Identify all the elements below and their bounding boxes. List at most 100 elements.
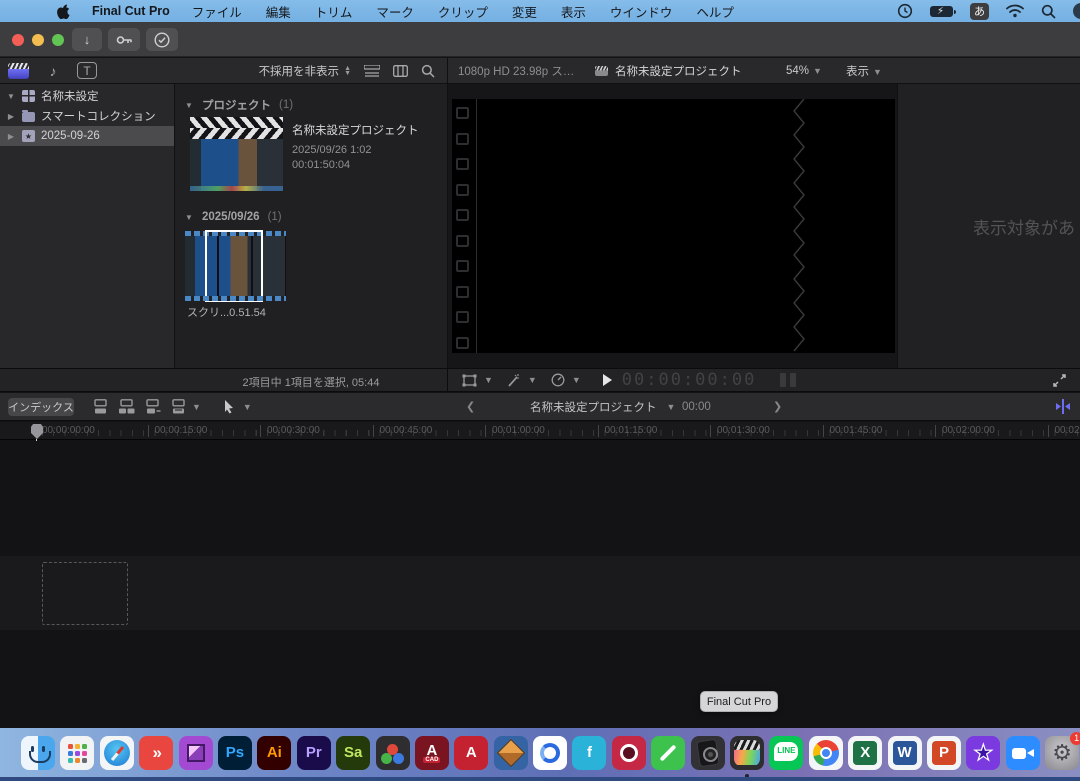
input-source-badge[interactable]: あ xyxy=(970,3,989,20)
autocad-dock-icon[interactable]: ACAD xyxy=(415,736,449,770)
viewer-frame[interactable] xyxy=(452,99,895,353)
menu-item[interactable]: ヘルプ xyxy=(696,2,734,21)
menu-item[interactable]: 変更 xyxy=(512,2,537,21)
audio-meters[interactable] xyxy=(780,373,796,387)
menu-item[interactable]: 編集 xyxy=(266,2,291,21)
battery-charging-icon[interactable]: ⚡ xyxy=(930,6,953,17)
event-section-header[interactable]: ▼ 2025/09/26 (1) xyxy=(184,211,282,223)
next-project-chevron[interactable]: ❯ xyxy=(773,400,782,413)
format-info-label[interactable]: 1080p HD 23.98p ス… xyxy=(458,63,574,79)
timeline-ruler[interactable]: 00:00:00:0000:00:15:0000:00:30:0000:00:4… xyxy=(0,422,1080,440)
menu-item[interactable]: 表示 xyxy=(561,2,586,21)
search-icon[interactable] xyxy=(1041,4,1056,19)
overwrite-edit-icon[interactable] xyxy=(170,399,187,414)
import-media-button[interactable]: ↓ xyxy=(72,28,102,51)
primary-storyline-lane[interactable] xyxy=(0,556,1080,630)
sidebar-item-2025-09-26[interactable]: ▶★2025-09-26 xyxy=(0,126,174,146)
illustrator-dock-icon[interactable]: Ai xyxy=(257,736,291,770)
word-dock-icon[interactable]: W xyxy=(888,736,922,770)
menu-item[interactable]: ファイル xyxy=(192,2,242,21)
safari-dock-icon[interactable] xyxy=(100,736,134,770)
disclosure-triangle-icon[interactable]: ▼ xyxy=(6,92,16,101)
apple-menu-icon[interactable] xyxy=(57,4,70,19)
system-settings-dock-icon[interactable]: ⚙1 xyxy=(1045,736,1079,770)
powerpoint-dock-icon[interactable]: P xyxy=(927,736,961,770)
blue-swirl-app-dock-icon[interactable] xyxy=(533,736,567,770)
retime-menu[interactable]: ▼ xyxy=(551,373,581,387)
menu-item[interactable]: クリップ xyxy=(438,2,488,21)
libraries-tab-icon[interactable] xyxy=(8,63,29,79)
zoom-video-dock-icon[interactable] xyxy=(1006,736,1040,770)
clip-filmstrip-thumbnail[interactable] xyxy=(185,231,286,301)
projects-section-header[interactable]: ▼ プロジェクト (1) xyxy=(184,97,293,113)
filter-dropdown[interactable]: 不採用を非表示 ▲▼ xyxy=(259,63,351,79)
photos-audio-tab-icon[interactable]: ♪ xyxy=(43,62,63,79)
dock: » PsAiPrSa ACADAf LINE XWP★ ⚙1 xyxy=(0,728,1080,777)
photoshop-dock-icon[interactable]: Ps xyxy=(218,736,252,770)
purple-star-app-dock-icon[interactable]: ★ xyxy=(966,736,1000,770)
clip-name-label[interactable]: スクリ...0.51.54 xyxy=(187,304,266,320)
transform-crop-menu[interactable]: ▼ xyxy=(462,374,493,387)
clip-selection-range[interactable] xyxy=(205,230,263,302)
insert-edit-icon[interactable] xyxy=(118,399,135,414)
background-tasks-button[interactable] xyxy=(146,28,178,51)
substance-sampler-dock-icon[interactable]: Sa xyxy=(336,736,370,770)
list-view-icon[interactable] xyxy=(364,65,380,77)
control-center-icon[interactable] xyxy=(1073,3,1080,19)
disclosure-triangle-icon[interactable]: ▼ xyxy=(184,213,194,222)
minimize-window-button[interactable] xyxy=(32,34,44,46)
connect-edit-icon[interactable] xyxy=(92,399,109,414)
final-cut-pro-dock-icon[interactable] xyxy=(730,736,764,770)
project-title[interactable]: 名称未設定プロジェクト xyxy=(292,124,422,138)
skimming-toggle-icon[interactable] xyxy=(1054,399,1072,414)
camera-app-dock-icon[interactable] xyxy=(612,736,646,770)
acrobat-dock-icon[interactable]: A xyxy=(454,736,488,770)
viewer-zoom-dropdown[interactable]: 54%▼ xyxy=(786,65,822,77)
menu-item[interactable]: マーク xyxy=(376,2,414,21)
chevron-down-icon[interactable]: ▼ xyxy=(192,402,201,412)
disclosure-triangle-icon[interactable]: ▶ xyxy=(6,132,16,141)
disclosure-triangle-icon[interactable]: ▶ xyxy=(6,112,16,121)
finder-dock-icon[interactable] xyxy=(21,736,55,770)
previous-project-chevron[interactable]: ❮ xyxy=(466,400,475,413)
excel-dock-icon[interactable]: X xyxy=(848,736,882,770)
play-button[interactable] xyxy=(603,374,612,386)
sidebar-item-名称未設定[interactable]: ▼名称未設定 xyxy=(0,86,174,106)
launchpad-dock-icon[interactable] xyxy=(60,736,94,770)
project-thumbnail[interactable] xyxy=(190,139,283,191)
wifi-icon[interactable] xyxy=(1006,4,1024,18)
red-chevron-app-dock-icon[interactable]: » xyxy=(139,736,173,770)
timeline-project-dropdown[interactable]: 名称未設定プロジェクト ▼ xyxy=(530,399,675,415)
clip-item[interactable] xyxy=(185,231,286,301)
menu-item[interactable]: ウインドウ xyxy=(610,2,673,21)
filmstrip-view-icon[interactable] xyxy=(393,65,408,77)
append-edit-icon[interactable] xyxy=(144,399,161,414)
viewer-timecode[interactable]: 00:00:00:00 xyxy=(622,370,757,390)
disclosure-triangle-icon[interactable]: ▼ xyxy=(184,101,194,110)
tool-select-dropdown[interactable]: ▼ xyxy=(223,400,252,414)
disk-device-app-dock-icon[interactable] xyxy=(691,736,725,770)
titles-generators-tab-icon[interactable]: T xyxy=(77,62,97,79)
premiere-pro-dock-icon[interactable]: Pr xyxy=(297,736,331,770)
davinci-resolve-dock-icon[interactable] xyxy=(376,736,410,770)
viewer-view-dropdown[interactable]: 表示▼ xyxy=(846,63,882,79)
affinity-photo-dock-icon[interactable] xyxy=(179,736,213,770)
project-item[interactable] xyxy=(190,117,283,191)
window-title-bar[interactable]: ↓ xyxy=(0,22,1080,57)
script-f-app-dock-icon[interactable]: f xyxy=(572,736,606,770)
zoom-window-button[interactable] xyxy=(52,34,64,46)
color-enhancements-menu[interactable]: ▼ xyxy=(507,374,537,387)
cube-3d-app-dock-icon[interactable] xyxy=(494,736,528,770)
green-pen-app-dock-icon[interactable] xyxy=(651,736,685,770)
clock-icon[interactable] xyxy=(897,3,913,19)
fullscreen-expand-icon[interactable] xyxy=(1053,374,1066,387)
sidebar-item-スマートコレクション[interactable]: ▶スマートコレクション xyxy=(0,106,174,126)
line-dock-icon[interactable]: LINE xyxy=(769,736,803,770)
keyword-editor-button[interactable] xyxy=(108,28,140,51)
chrome-dock-icon[interactable] xyxy=(809,736,843,770)
index-button[interactable]: インデックス xyxy=(8,398,74,416)
menu-item[interactable]: トリム xyxy=(315,2,353,21)
close-window-button[interactable] xyxy=(12,34,24,46)
browser-search-icon[interactable] xyxy=(421,64,435,78)
menu-app-name[interactable]: Final Cut Pro xyxy=(92,4,170,18)
